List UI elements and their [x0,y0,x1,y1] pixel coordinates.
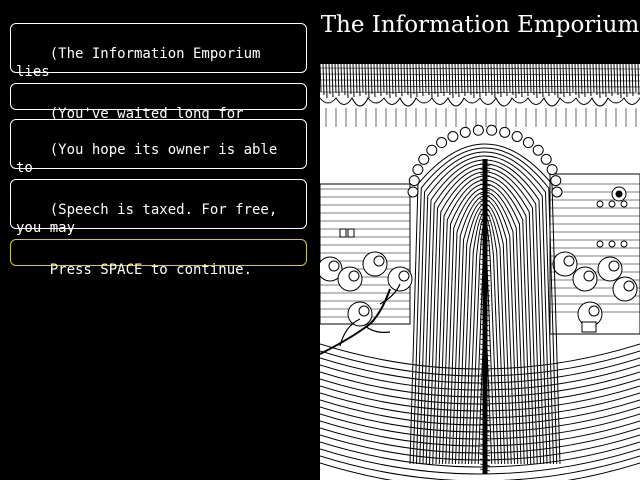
message-box-3: (You hope its owner is able to relay a w… [10,119,307,194]
location-title: The Information Emporium [320,12,640,38]
message-box-2: (You've waited long for this.) [10,83,307,140]
continue-prompt[interactable]: Press SPACE to continue. [10,239,307,278]
emporium-drawing [320,64,640,480]
continue-prompt-text: Press SPACE to continue. [49,262,253,278]
title-bar: The Information Emporium [320,0,640,64]
message-box-1: (The Information Emporium lies ahead.) [10,23,307,98]
message-log: (The Information Emporium lies ahead.) (… [0,0,318,480]
message-box-4: (Speech is taxed. For free, you may spea… [10,179,307,254]
scene-illustration [320,64,640,480]
